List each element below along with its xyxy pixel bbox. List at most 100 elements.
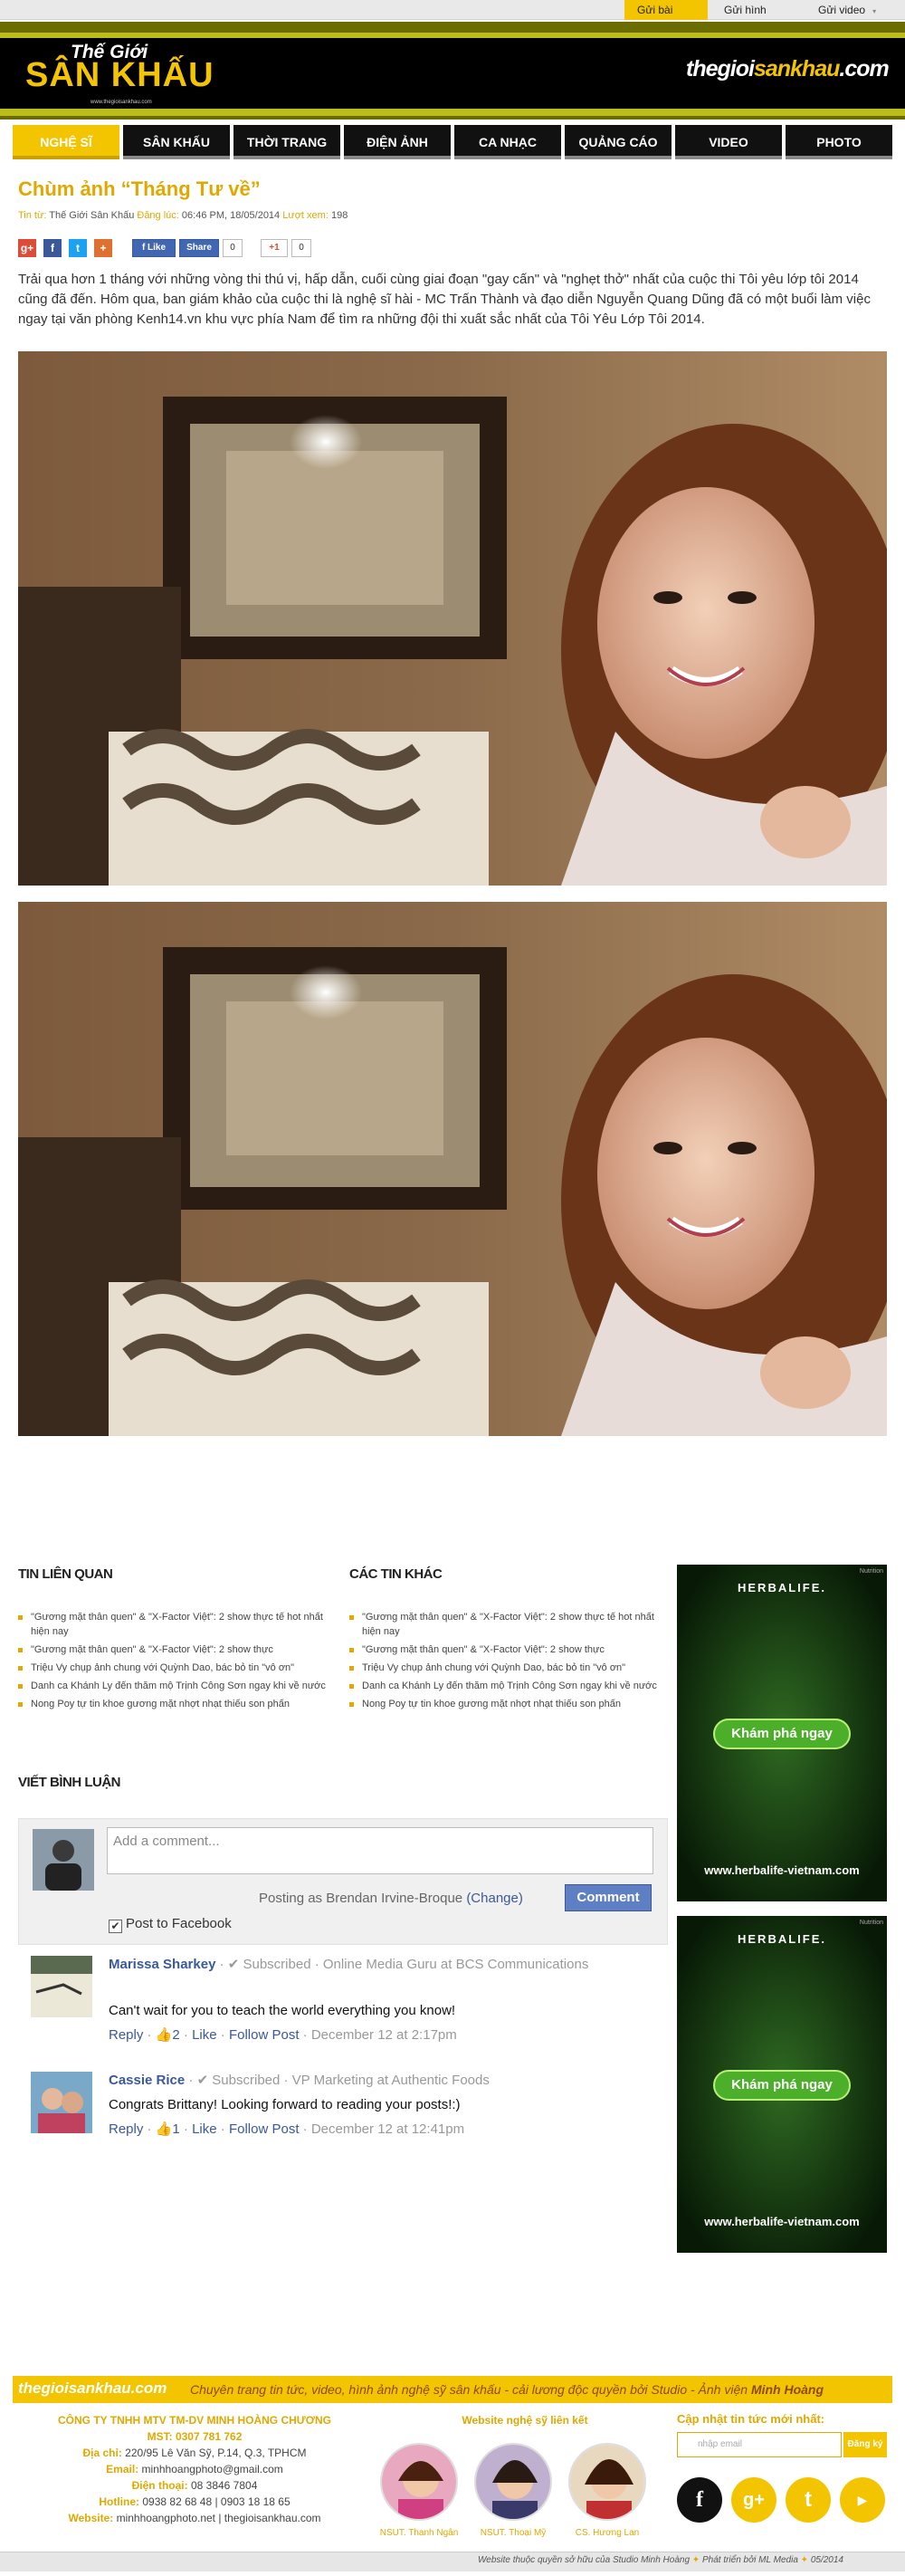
company-mst: MST: 0307 781 762: [147, 2430, 243, 2443]
related-news-heading: TIN LIÊN QUAN: [18, 1566, 113, 1582]
list-item[interactable]: Danh ca Khánh Ly đến thăm mộ Trịnh Công …: [349, 1679, 657, 1693]
list-item[interactable]: Triệu Vy chụp ảnh chung với Quỳnh Dao, b…: [18, 1661, 344, 1675]
author-name-link[interactable]: Cassie Rice: [109, 2073, 185, 2088]
comment-input[interactable]: Add a comment...: [107, 1827, 653, 1874]
artists-heading: Website nghệ sỹ liên kết: [462, 2414, 588, 2427]
youtube-icon[interactable]: ▶: [840, 2477, 885, 2523]
article-photo: [18, 351, 887, 886]
submit-article-button[interactable]: Gửi bài viết▾: [624, 0, 708, 36]
comment-actions: Reply · 👍2 · Like · Follow Post · Decemb…: [109, 2027, 457, 2043]
logo-main-text: SÂN KHẤU: [25, 56, 214, 94]
facebook-icon[interactable]: f: [43, 239, 62, 257]
author-name-link[interactable]: Marissa Sharkey: [109, 1957, 215, 1972]
like-link[interactable]: Like: [192, 2027, 217, 2043]
list-item[interactable]: "Gương mặt thân quen" & "X-Factor Việt":…: [349, 1642, 657, 1657]
header-stripe: [0, 116, 905, 120]
google-plus-icon[interactable]: g+: [731, 2477, 776, 2523]
nav-item-ca-nhac[interactable]: CA NHẠC: [454, 125, 561, 159]
article-lead: Trải qua hơn 1 tháng với những vòng thi …: [18, 272, 871, 327]
related-news-list: "Gương mặt thân quen" & "X-Factor Việt":…: [18, 1610, 344, 1715]
artist-avatar[interactable]: [474, 2443, 552, 2521]
list-item[interactable]: "Gương mặt thân quen" & "X-Factor Việt":…: [349, 1610, 657, 1639]
thumb-up-icon: 👍: [155, 2027, 173, 2043]
ad-url: www.herbalife-vietnam.com: [704, 2215, 860, 2228]
post-to-facebook-checkbox[interactable]: ✔ Post to Facebook: [109, 1916, 232, 1933]
avatar: [33, 1829, 94, 1891]
list-item[interactable]: Nong Poy tự tin khoe gương mặt nhợt nhạt…: [18, 1697, 344, 1711]
nav-item-dien-anh[interactable]: ĐIỆN ẢNH: [344, 125, 451, 159]
submit-video-button[interactable]: Gửi video ▾: [805, 0, 892, 20]
list-item[interactable]: "Gương mặt thân quen" & "X-Factor Việt":…: [18, 1610, 344, 1639]
gplus-count: 0: [291, 239, 311, 257]
add-share-icon[interactable]: +: [94, 239, 112, 257]
reply-link[interactable]: Reply: [109, 2027, 143, 2043]
gplus-one-button[interactable]: +1: [261, 239, 288, 257]
comment-author: Marissa Sharkey · ✔ Subscribed · Online …: [109, 1957, 589, 1972]
ad-brand: HERBALIFE.: [738, 1932, 826, 1946]
facebook-like-button[interactable]: f Like: [132, 239, 176, 257]
nav-item-san-khau[interactable]: SÂN KHẤU: [123, 125, 230, 159]
company-address: Địa chỉ: 220/95 Lê Văn Sỹ, P.14, Q.3, TP…: [82, 2447, 307, 2459]
nav-item-thoi-trang[interactable]: THỜI TRANG: [233, 125, 340, 159]
nav-item-video[interactable]: VIDEO: [675, 125, 782, 159]
logo-url-text: www.thegioisankhau.com: [90, 100, 152, 105]
company-phone: Điện thoại: 08 3846 7804: [131, 2479, 258, 2492]
follow-post-link[interactable]: Follow Post: [229, 2121, 300, 2137]
facebook-icon[interactable]: f: [677, 2477, 722, 2523]
article-photo: [18, 902, 887, 1436]
subscribe-button[interactable]: Đăng ký: [843, 2432, 887, 2457]
nav-item-nghe-si[interactable]: NGHỆ SĨ: [13, 125, 119, 159]
artist-avatar[interactable]: [568, 2443, 646, 2521]
herbalife-ad[interactable]: Nutrition HERBALIFE. Khám phá ngay www.h…: [677, 1565, 887, 1901]
google-plus-icon[interactable]: g+: [18, 239, 36, 257]
source-label: Tin từ:: [18, 210, 47, 221]
nav-item-quang-cao[interactable]: QUẢNG CÁO: [565, 125, 672, 159]
submit-photo-button[interactable]: Gửi hình ảnh▾: [711, 0, 800, 36]
comment-item: Cassie Rice · ✔ Subscribed · VP Marketin…: [31, 2072, 664, 2153]
list-item[interactable]: "Gương mặt thân quen" & "X-Factor Việt":…: [18, 1642, 344, 1657]
header-stripe: [0, 22, 905, 33]
herbalife-ad[interactable]: Nutrition HERBALIFE. Khám phá ngay www.h…: [677, 1916, 887, 2253]
ad-cta-button[interactable]: Khám phá ngay: [713, 1719, 851, 1749]
nav-item-photo[interactable]: PHOTO: [786, 125, 892, 159]
comment-submit-button[interactable]: Comment: [565, 1884, 652, 1911]
checkbox-checked-icon: ✔: [109, 1920, 122, 1933]
company-info: CÔNG TY TNHH MTV TM-DV MINH HOÀNG CHƯƠNG…: [18, 2412, 371, 2526]
copyright-text: Website thuộc quyền sở hữu của Studio Mi…: [478, 2555, 843, 2565]
comment-author: Cassie Rice · ✔ Subscribed · VP Marketin…: [109, 2073, 490, 2088]
footer-brand: thegioisankhau.com: [18, 2380, 167, 2397]
article-meta: Tin từ: Thế Giới Sân Khấu Đăng lúc: 06:4…: [18, 210, 348, 221]
reply-link[interactable]: Reply: [109, 2121, 143, 2137]
company-email: Email: minhhoangphoto@gmail.com: [106, 2463, 283, 2475]
ad-cta-button[interactable]: Khám phá ngay: [713, 2070, 851, 2101]
company-website: Website: minhhoangphoto.net | thegioisan…: [68, 2512, 321, 2524]
subscribe-email-input[interactable]: nhập email: [677, 2432, 842, 2457]
top-utility-bar: Gửi bài viết▾ Gửi hình ảnh▾ Gửi video▾: [0, 0, 905, 36]
list-item[interactable]: Danh ca Khánh Ly đến thăm mộ Trịnh Công …: [18, 1679, 344, 1693]
star-icon: ✦: [800, 2555, 809, 2565]
artist-avatar[interactable]: [380, 2443, 458, 2521]
follow-post-link[interactable]: Follow Post: [229, 2027, 300, 2043]
views-label: Lượt xem:: [282, 210, 329, 221]
list-item[interactable]: Nong Poy tự tin khoe gương mặt nhợt nhạt…: [349, 1697, 657, 1711]
comments-heading: VIẾT BÌNH LUẬN: [18, 1775, 121, 1790]
ad-url: www.herbalife-vietnam.com: [704, 1863, 860, 1877]
like-link[interactable]: Like: [192, 2121, 217, 2137]
subscribe-heading: Cập nhật tin tức mới nhất:: [677, 2412, 825, 2426]
thumb-up-icon: 👍: [155, 2121, 173, 2137]
twitter-icon[interactable]: t: [69, 239, 87, 257]
ad-tag: Nutrition: [859, 1920, 883, 1926]
posted-value: 06:46 PM, 18/05/2014: [181, 210, 281, 221]
change-account-link[interactable]: (Change): [466, 1891, 523, 1906]
comment-text: Congrats Brittany! Looking forward to re…: [109, 2097, 461, 2112]
artist-name: CS. Hương Lan: [575, 2528, 640, 2538]
comment-item: Marissa Sharkey · ✔ Subscribed · Online …: [31, 1956, 664, 2050]
list-item[interactable]: Triệu Vy chụp ảnh chung với Quỳnh Dao, b…: [349, 1661, 657, 1675]
twitter-icon[interactable]: t: [786, 2477, 831, 2523]
facebook-share-button[interactable]: Share: [179, 239, 219, 257]
artist-name: NSUT. Thoại Mỹ: [480, 2528, 547, 2538]
views-value: 198: [330, 210, 348, 221]
source-value: Thế Giới Sân Khấu: [49, 210, 135, 221]
header-stripe: [0, 109, 905, 116]
header-stripe: [0, 33, 905, 38]
